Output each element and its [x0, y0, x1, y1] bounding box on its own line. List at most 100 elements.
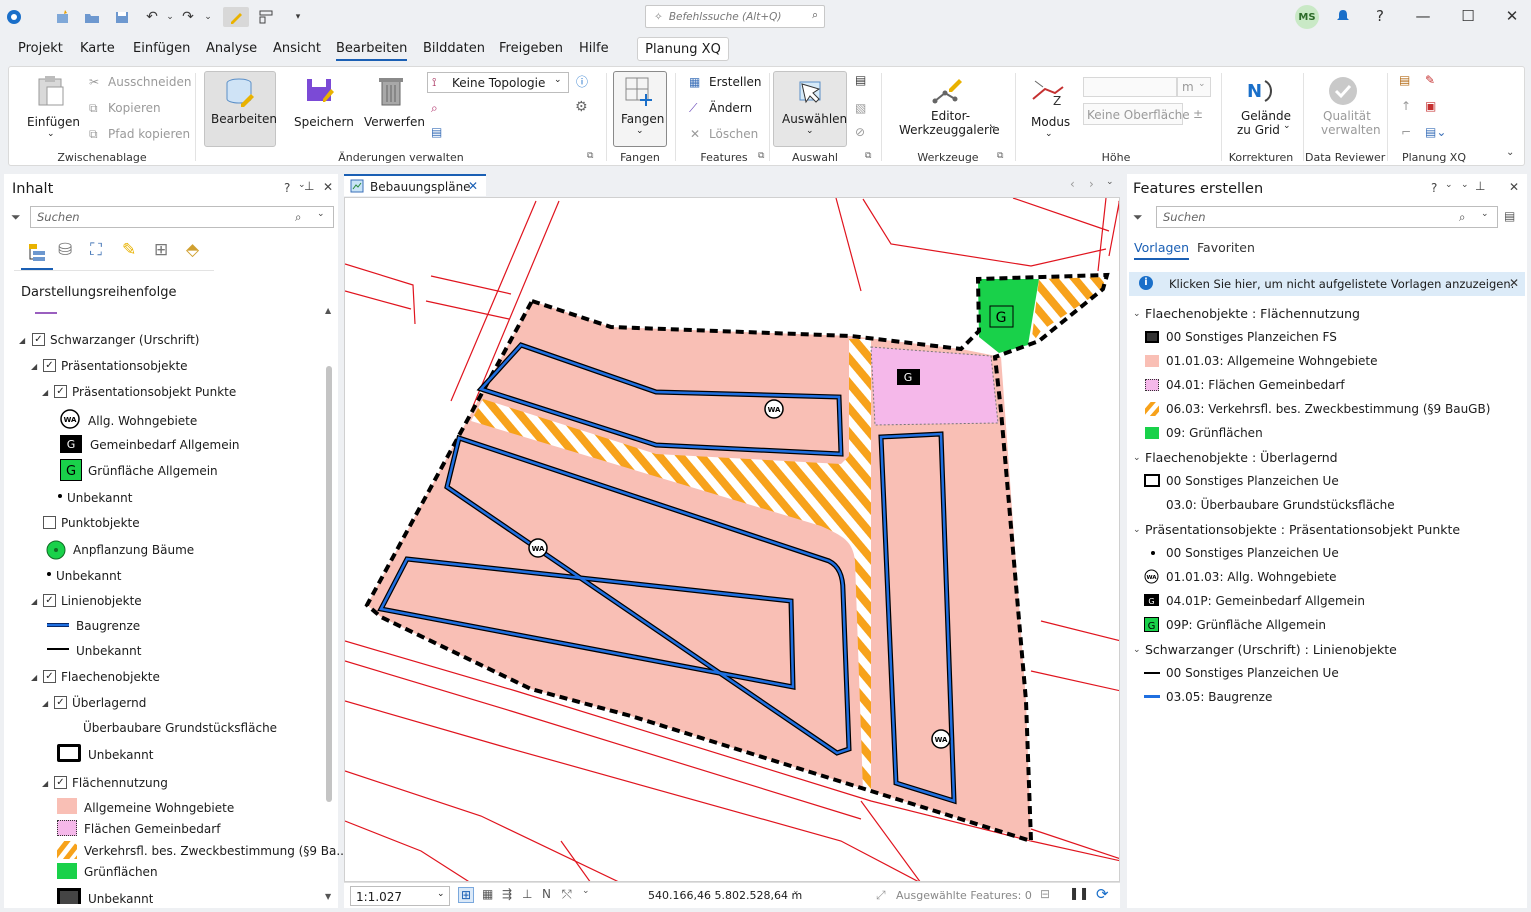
template-item[interactable]: 00 Sonstiges Planzeichen Ue: [1166, 474, 1339, 488]
wa-label[interactable]: WA: [764, 399, 784, 419]
help-icon[interactable]: ?: [1367, 5, 1393, 27]
table-grid-icon[interactable]: ▦: [482, 887, 493, 901]
planung-export-icon[interactable]: ▣: [1425, 99, 1436, 113]
template-item[interactable]: 09: Grünflächen: [1166, 426, 1263, 440]
menu-karte[interactable]: Karte: [80, 41, 115, 56]
topology-select[interactable]: ⟟ Keine Topologie ⌄: [427, 72, 569, 93]
expand-icon[interactable]: ◢: [42, 388, 48, 397]
delete-button[interactable]: Löschen: [709, 127, 758, 141]
wa-label[interactable]: WA: [931, 729, 951, 749]
close-banner-icon[interactable]: ✕: [1509, 276, 1519, 290]
planung-up-icon[interactable]: ↑: [1401, 99, 1411, 113]
minimize-icon[interactable]: —: [1410, 5, 1436, 27]
pane-menu-icon[interactable]: ⌄: [1445, 180, 1453, 190]
collapse-ribbon-icon[interactable]: ⌄: [1506, 147, 1514, 158]
collapse-icon[interactable]: ⌄: [1133, 309, 1141, 319]
notifications-icon[interactable]: [1330, 5, 1356, 27]
tab-drawing-order[interactable]: [21, 238, 53, 270]
labeling-view-icon[interactable]: ⬘: [186, 240, 199, 260]
expand-icon[interactable]: ◢: [42, 779, 48, 788]
template-item[interactable]: 04.01: Flächen Gemeinbedarf: [1166, 378, 1345, 392]
contents-search-input[interactable]: Suchen ⌕ ⌄: [30, 206, 334, 228]
menu-projekt[interactable]: Projekt: [18, 41, 63, 56]
planung-frame-icon[interactable]: ⌐: [1401, 125, 1411, 139]
pause-drawing-icon[interactable]: ❚❚: [1069, 886, 1089, 900]
menu-hilfe[interactable]: Hilfe: [579, 41, 609, 56]
constraint-icon[interactable]: ⊥: [522, 887, 532, 901]
expand-icon[interactable]: ◢: [31, 362, 37, 371]
green-g-label[interactable]: G: [989, 305, 1014, 328]
layout-icon[interactable]: [256, 7, 276, 27]
edit-button[interactable]: Bearbeiten: [204, 71, 277, 147]
collapse-icon[interactable]: ⌄: [1133, 453, 1141, 463]
layer-item[interactable]: Punktobjekte: [61, 516, 140, 530]
layer-item[interactable]: Präsentationsobjekt Punkte: [72, 385, 236, 399]
info-banner[interactable]: i Klicken Sie hier, um nicht aufgelistet…: [1129, 272, 1525, 296]
collapse-icon[interactable]: ⌄: [1133, 645, 1141, 655]
template-item[interactable]: 09P: Grünfläche Allgemein: [1166, 618, 1326, 632]
tab-vorlagen[interactable]: Vorlagen: [1134, 240, 1190, 260]
chevron-down-icon[interactable]: ⌄: [582, 886, 590, 896]
search-icon[interactable]: ⌕: [812, 9, 818, 22]
redo-dropdown-icon[interactable]: ⌄: [198, 7, 218, 27]
layer-item[interactable]: Flaechenobjekte: [61, 670, 160, 684]
customize-toolbar-icon[interactable]: ▾: [288, 7, 308, 27]
planung-new-icon[interactable]: ▤: [1399, 73, 1410, 87]
pin-icon[interactable]: ⊥: [1475, 179, 1485, 193]
scale-select[interactable]: 1:1.027 ⌄: [350, 886, 450, 906]
template-group-title[interactable]: Schwarzanger (Urschrift) : Linienobjekte: [1145, 642, 1397, 657]
avatar[interactable]: MS: [1295, 5, 1319, 29]
command-search-input[interactable]: ✧ Befehlssuche (Alt+Q) ⌕: [645, 5, 825, 28]
snapping-view-icon[interactable]: ⊞: [154, 240, 168, 260]
search-icon[interactable]: ⌕: [1459, 210, 1465, 225]
tab-scroll-left-icon[interactable]: ‹: [1070, 177, 1075, 191]
map-view[interactable]: WA WA WA G G: [344, 197, 1120, 882]
layer-item[interactable]: Linienobjekte: [61, 594, 142, 608]
template-item[interactable]: 04.01P: Gemeinbedarf Allgemein: [1166, 594, 1365, 608]
editing-view-icon[interactable]: ✎: [122, 240, 136, 260]
planung-tag-icon[interactable]: ✎: [1425, 73, 1435, 87]
g-label[interactable]: G: [897, 369, 920, 385]
template-item[interactable]: 03.05: Baugrenze: [1166, 690, 1272, 704]
cut-button[interactable]: Ausschneiden: [108, 75, 191, 89]
tab-list-icon[interactable]: ⌄: [1106, 177, 1114, 187]
undo-icon[interactable]: ↶: [142, 7, 162, 27]
map-canvas[interactable]: WA WA WA G G: [345, 198, 1120, 882]
maximize-icon[interactable]: ☐: [1455, 5, 1481, 27]
edit-mode-icon[interactable]: [223, 7, 249, 27]
search-icon[interactable]: ⌕: [295, 210, 301, 225]
open-project-icon[interactable]: [82, 7, 102, 27]
create-features-button[interactable]: Erstellen: [709, 75, 762, 89]
planung-table-icon[interactable]: ▤⌄: [1425, 125, 1446, 139]
copy-button[interactable]: Kopieren: [108, 101, 161, 115]
rotate-icon[interactable]: ⤲: [562, 887, 572, 902]
manage-templates-icon[interactable]: ▤: [1504, 209, 1515, 223]
expand-icon[interactable]: ◢: [31, 597, 37, 606]
menu-analyse[interactable]: Analyse: [206, 41, 257, 56]
discard-button[interactable]: Verwerfen: [359, 73, 425, 143]
menu-ansicht[interactable]: Ansicht: [273, 41, 321, 56]
layer-checkbox[interactable]: ✓: [54, 776, 67, 789]
layer-item[interactable]: Überlagernd: [72, 696, 146, 710]
save-project-icon[interactable]: [112, 7, 132, 27]
manage-quality-button[interactable]: Qualität verwalten: [1307, 73, 1381, 143]
editor-tool-gallery-button[interactable]: Editor- Werkzeuggalerie ⌄: [893, 73, 1003, 143]
layer-checkbox[interactable]: ✓: [43, 594, 56, 607]
north-arrow-icon[interactable]: N: [542, 887, 551, 901]
filter-icon[interactable]: ⏷: [11, 210, 21, 225]
tab-map[interactable]: Bebauungspläne ✕: [344, 174, 486, 196]
data-source-icon[interactable]: ⛁: [58, 240, 72, 260]
elevation-mode-button[interactable]: Z Modus ⌄: [1023, 73, 1075, 143]
layer-item[interactable]: Präsentationsobjekte: [61, 359, 188, 373]
template-item[interactable]: 06.03: Verkehrsfl. bes. Zweckbestimmung …: [1166, 402, 1490, 416]
select-button[interactable]: Auswählen ⌄: [773, 71, 847, 147]
templates-search-input[interactable]: Suchen ⌕ ⌄: [1156, 206, 1498, 228]
template-item[interactable]: 03.0: Überbaubare Grundstücksfläche: [1166, 498, 1395, 512]
ground-to-grid-button[interactable]: N Gelände zu Grid ⌄: [1227, 73, 1297, 143]
select-by-attributes-icon[interactable]: ▧: [855, 101, 866, 115]
template-item[interactable]: 01.01.03: Allgemeine Wohngebiete: [1166, 354, 1378, 368]
menu-bilddaten[interactable]: Bilddaten: [423, 41, 485, 56]
copy-path-button[interactable]: Pfad kopieren: [108, 127, 190, 141]
layer-checkbox[interactable]: ✓: [54, 696, 67, 709]
layer-checkbox[interactable]: ✓: [54, 385, 67, 398]
